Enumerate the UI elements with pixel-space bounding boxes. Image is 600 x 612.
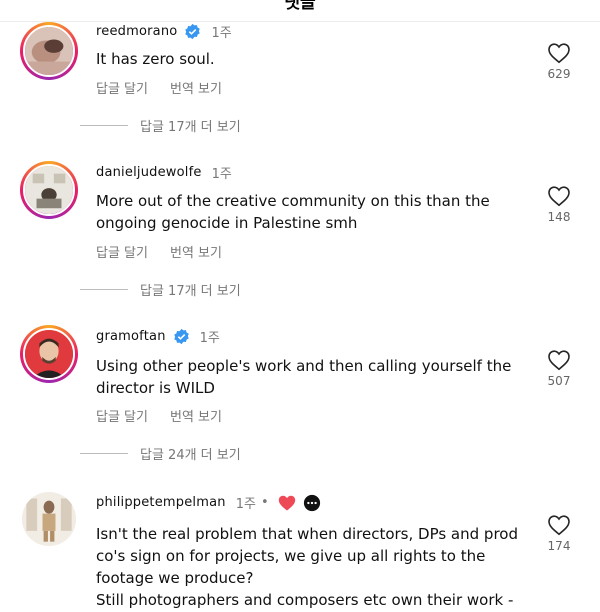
avatar[interactable] xyxy=(20,161,78,219)
comment-text-line: Isn't the real problem that when directo… xyxy=(96,525,518,543)
reply-button[interactable]: 답글 달기 xyxy=(96,78,148,97)
username[interactable]: philippetempelman xyxy=(96,495,226,510)
separator-dot: • xyxy=(260,495,269,510)
top-bar: 댓글 xyxy=(0,0,600,22)
comment-time: 1주 xyxy=(235,497,256,512)
like-button[interactable]: 629 xyxy=(541,42,577,81)
avatar[interactable] xyxy=(22,492,76,546)
like-count: 507 xyxy=(547,374,571,388)
view-replies-button[interactable]: 답글 17개 더 보기 xyxy=(80,116,241,135)
reply-button[interactable]: 답글 달기 xyxy=(96,242,148,261)
like-button[interactable]: 507 xyxy=(541,349,577,388)
avatar-image xyxy=(23,164,75,216)
comment-time: 1주 xyxy=(211,167,232,182)
heart-outline-icon xyxy=(548,186,570,207)
comment-text: More out of the creative community on th… xyxy=(96,192,490,232)
like-count: 174 xyxy=(547,539,571,553)
comment-header: reedmorano 1주 xyxy=(96,22,232,41)
view-replies-button[interactable]: 답글 24개 더 보기 xyxy=(80,444,241,463)
replies-divider xyxy=(80,125,128,126)
comment-header: philippetempelman 1주 • xyxy=(96,493,321,512)
reply-button[interactable]: 답글 달기 xyxy=(96,406,148,425)
translate-button[interactable]: 번역 보기 xyxy=(170,78,222,97)
replies-divider xyxy=(80,289,128,290)
username[interactable]: reedmorano xyxy=(96,24,177,39)
avatar[interactable] xyxy=(20,22,78,80)
username[interactable]: danieljudewolfe xyxy=(96,165,202,180)
like-button[interactable]: 148 xyxy=(541,185,577,224)
comment-text-line: co's sign on for projects, we give up al… xyxy=(96,547,486,565)
comment-actions: 답글 달기 번역 보기 xyxy=(96,242,222,261)
comment-time: 1주 xyxy=(211,26,232,41)
view-replies-button[interactable]: 답글 17개 더 보기 xyxy=(80,280,241,299)
translate-button[interactable]: 번역 보기 xyxy=(170,242,222,261)
comment-text: It has zero soul. xyxy=(96,50,215,68)
comment-text-line: footage we produce? xyxy=(96,569,254,587)
translate-button[interactable]: 번역 보기 xyxy=(170,406,222,425)
avatar[interactable] xyxy=(20,325,78,383)
comment-header: danieljudewolfe 1주 xyxy=(96,163,232,182)
page-title: 댓글 xyxy=(284,0,316,13)
comment-text: Isn't the real problem that when directo… xyxy=(96,523,526,612)
comment-actions: 답글 달기 번역 보기 xyxy=(96,78,222,97)
heart-outline-icon xyxy=(548,350,570,371)
avatar-image xyxy=(23,25,75,77)
like-count: 629 xyxy=(547,67,571,81)
like-count: 148 xyxy=(547,210,571,224)
avatar-image xyxy=(22,492,76,546)
replies-divider xyxy=(80,453,128,454)
comment-time: 1주 xyxy=(199,331,220,346)
username[interactable]: gramoftan xyxy=(96,329,166,344)
heart-outline-icon xyxy=(548,43,570,64)
view-replies-label: 답글 24개 더 보기 xyxy=(140,448,241,463)
verified-badge-icon xyxy=(173,328,189,345)
view-replies-label: 답글 17개 더 보기 xyxy=(140,284,241,299)
more-dots-icon[interactable] xyxy=(303,494,321,512)
comment-text: Using other people's work and then calli… xyxy=(96,357,512,397)
avatar-image xyxy=(23,328,75,380)
view-replies-label: 답글 17개 더 보기 xyxy=(140,120,241,135)
comment-actions: 답글 달기 번역 보기 xyxy=(96,406,222,425)
like-button[interactable]: 174 xyxy=(541,514,577,553)
red-heart-icon xyxy=(278,495,295,511)
heart-outline-icon xyxy=(548,515,570,536)
verified-badge-icon xyxy=(185,23,201,40)
comment-text-line: Still photographers and composers etc ow… xyxy=(96,591,514,609)
comment-header: gramoftan 1주 xyxy=(96,327,220,346)
